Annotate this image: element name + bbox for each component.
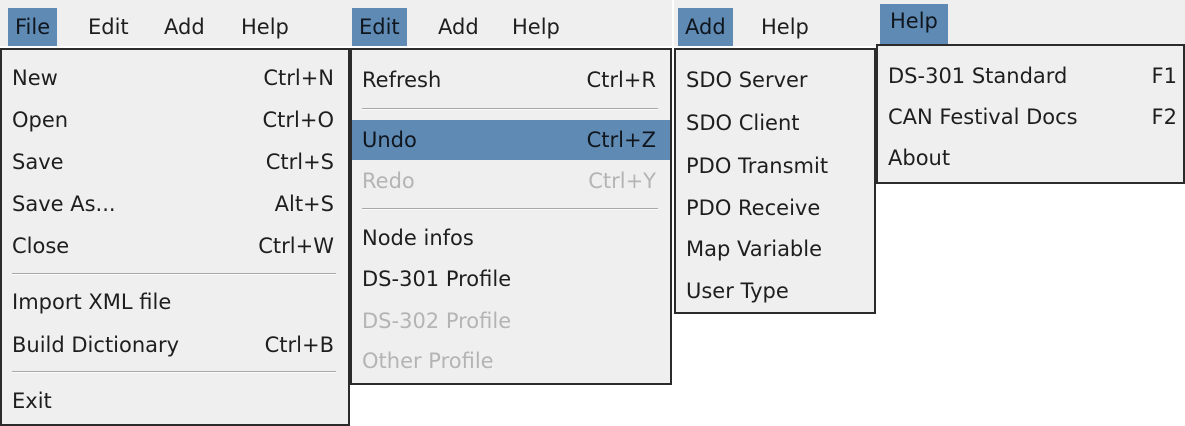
menubar-edit[interactable]: Edit [81, 8, 136, 46]
menu-item-label: DS-301 Standard [888, 64, 1068, 88]
add-dropdown: SDO Server SDO Client PDO Transmit PDO R… [674, 48, 876, 314]
menu-item-save[interactable]: Save Ctrl+S [2, 144, 348, 180]
menu-item-shortcut: Alt+S [274, 192, 334, 216]
file-dropdown: New Ctrl+N Open Ctrl+O Save Ctrl+S Save … [0, 48, 350, 426]
menu-item-exit[interactable]: Exit [2, 383, 348, 419]
menu-item-label: Build Dictionary [12, 333, 180, 357]
menu-item-build-dictionary[interactable]: Build Dictionary Ctrl+B [2, 327, 348, 363]
menubar-edit[interactable]: Edit [352, 8, 407, 46]
menu-item-label: Exit [12, 389, 52, 413]
menu-item-label: Node infos [362, 226, 474, 250]
menu-item-ds301-profile[interactable]: DS-301 Profile [352, 261, 670, 297]
menu-item-open[interactable]: Open Ctrl+O [2, 102, 348, 138]
menu-item-node-infos[interactable]: Node infos [352, 220, 670, 256]
menu-item-label: Map Variable [686, 237, 823, 261]
file-menu-panel: File Edit Add Help New Ctrl+N Open Ctrl+… [0, 0, 352, 426]
menubar-help[interactable]: Help [754, 8, 816, 46]
menu-item-label: Close [12, 234, 70, 258]
menu-item-shortcut: Ctrl+Y [588, 169, 656, 193]
menu-item-label: Other Profile [362, 349, 494, 373]
help-menu-panel: Help DS-301 Standard F1 CAN Festival Doc… [876, 0, 1185, 184]
menu-item-label: SDO Client [686, 111, 800, 135]
menu-item-ds301-standard[interactable]: DS-301 Standard F1 [878, 58, 1183, 94]
menu-item-close[interactable]: Close Ctrl+W [2, 228, 348, 264]
menu-item-user-type[interactable]: User Type [676, 273, 874, 309]
menubar-add[interactable]: Add [678, 8, 733, 46]
edit-dropdown: Refresh Ctrl+R Undo Ctrl+Z Redo Ctrl+Y N… [350, 48, 672, 385]
menu-item-pdo-transmit[interactable]: PDO Transmit [676, 148, 874, 184]
menubar: Add Help [674, 0, 876, 46]
menu-item-shortcut: Ctrl+O [262, 108, 335, 132]
menu-item-label: SDO Server [686, 68, 808, 92]
menu-separator [362, 208, 658, 210]
menu-item-pdo-receive[interactable]: PDO Receive [676, 190, 874, 226]
menu-item-label: About [888, 146, 951, 170]
menubar-add[interactable]: Add [431, 8, 486, 46]
menu-item-label: DS-301 Profile [362, 267, 512, 291]
menubar: Help [876, 0, 1185, 44]
menu-item-shortcut: Ctrl+B [264, 333, 334, 357]
menu-item-undo[interactable]: Undo Ctrl+Z [352, 120, 670, 160]
menu-item-label: Undo [362, 128, 417, 152]
menu-item-map-variable[interactable]: Map Variable [676, 231, 874, 267]
help-dropdown: DS-301 Standard F1 CAN Festival Docs F2 … [876, 44, 1185, 184]
menu-item-shortcut: F1 [1151, 64, 1177, 88]
menu-item-refresh[interactable]: Refresh Ctrl+R [352, 62, 670, 98]
menu-item-label: Refresh [362, 68, 442, 92]
menubar-help[interactable]: Help [234, 8, 296, 46]
menu-item-label: DS-302 Profile [362, 309, 512, 333]
menu-item-label: PDO Transmit [686, 154, 829, 178]
menu-item-label: New [12, 66, 58, 90]
menu-item-sdo-server[interactable]: SDO Server [676, 62, 874, 98]
menu-item-shortcut: Ctrl+R [586, 68, 656, 92]
menubar-help[interactable]: Help [505, 8, 567, 46]
menu-item-label: Save As... [12, 192, 116, 216]
menubar: Edit Add Help [350, 0, 672, 46]
menu-item-label: Redo [362, 169, 415, 193]
menubar-add[interactable]: Add [157, 8, 212, 46]
menu-item-label: PDO Receive [686, 196, 821, 220]
menu-item-other-profile[interactable]: Other Profile [352, 343, 670, 379]
menubar-help[interactable]: Help [880, 4, 948, 44]
menu-item-shortcut: Ctrl+S [265, 150, 334, 174]
menu-separator [12, 371, 336, 373]
menu-item-new[interactable]: New Ctrl+N [2, 60, 348, 96]
menu-item-shortcut: F2 [1151, 105, 1177, 129]
menu-item-shortcut: Ctrl+W [258, 234, 334, 258]
menu-item-can-festival-docs[interactable]: CAN Festival Docs F2 [878, 99, 1183, 135]
menu-item-import-xml[interactable]: Import XML file [2, 284, 348, 320]
menu-item-shortcut: Ctrl+N [263, 66, 334, 90]
menubar: File Edit Add Help [0, 0, 352, 46]
menu-item-save-as[interactable]: Save As... Alt+S [2, 186, 348, 222]
menubar-file[interactable]: File [8, 8, 58, 46]
add-menu-panel: Add Help SDO Server SDO Client PDO Trans… [674, 0, 876, 314]
edit-menu-panel: Edit Add Help Refresh Ctrl+R Undo Ctrl+Z… [350, 0, 672, 385]
menu-item-ds302-profile[interactable]: DS-302 Profile [352, 303, 670, 339]
menu-separator [12, 273, 336, 275]
menu-item-shortcut: Ctrl+Z [586, 128, 656, 152]
menu-item-about[interactable]: About [878, 140, 1183, 176]
menu-separator [362, 108, 658, 110]
menu-item-label: User Type [686, 279, 789, 303]
menu-item-label: Open [12, 108, 69, 132]
menu-item-label: Save [12, 150, 64, 174]
menu-item-redo[interactable]: Redo Ctrl+Y [352, 163, 670, 199]
menu-item-label: CAN Festival Docs [888, 105, 1078, 129]
menu-item-sdo-client[interactable]: SDO Client [676, 105, 874, 141]
menu-item-label: Import XML file [12, 290, 172, 314]
